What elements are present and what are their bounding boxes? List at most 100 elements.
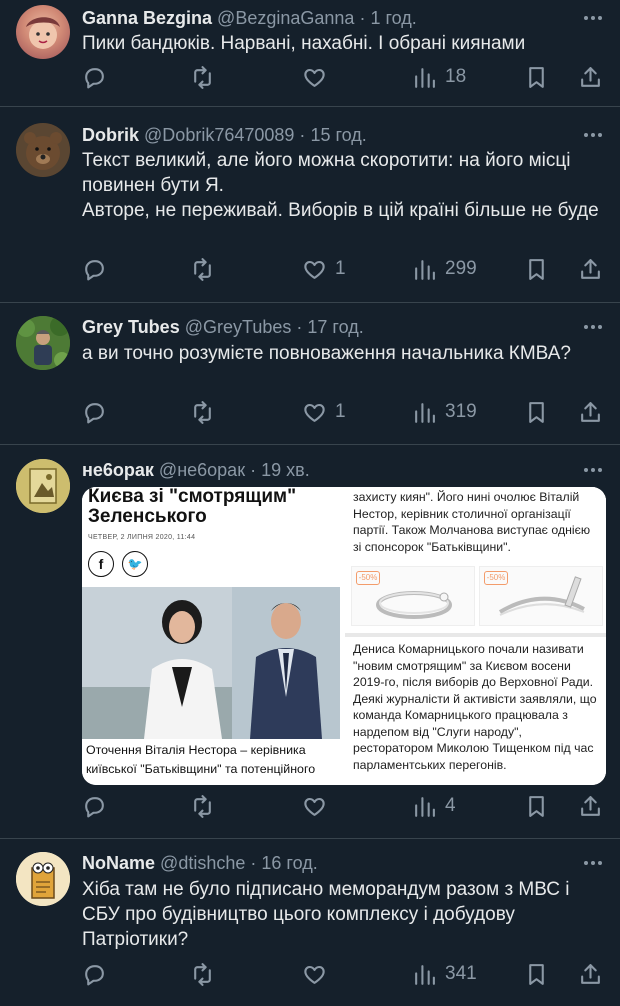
bookmark-icon (524, 794, 549, 819)
tweet-noname[interactable]: NoName @dtishche · 16 год. Хіба там не б… (0, 839, 620, 1006)
reply-button[interactable] (82, 959, 115, 989)
retweet-button[interactable] (190, 62, 223, 92)
views-count: 18 (445, 66, 467, 87)
timestamp[interactable]: 15 год. (310, 125, 366, 145)
reply-button[interactable] (82, 254, 115, 284)
retweet-button[interactable] (190, 254, 223, 284)
user-handle[interactable]: @Dobrik76470089 (144, 125, 294, 145)
heart-icon (302, 794, 327, 819)
views-button[interactable]: 341 (412, 959, 477, 989)
like-button[interactable]: 1 (302, 397, 346, 427)
article-photo (82, 587, 340, 739)
share-button[interactable] (578, 397, 603, 427)
share-icon (578, 65, 603, 90)
article-date: ЧЕТВЕР, 2 ЛИПНЯ 2020, 11:44 (88, 534, 196, 541)
tweet-text: а ви точно розумієте повноваження началь… (82, 343, 571, 364)
avatar[interactable] (16, 852, 70, 906)
screenshot-bottom-text: Дениса Комарницького почали називати "но… (353, 642, 597, 772)
share-button[interactable] (578, 791, 603, 821)
reply-icon (82, 794, 107, 819)
like-button[interactable] (302, 959, 335, 989)
share-button[interactable] (578, 62, 603, 92)
reply-button[interactable] (82, 791, 115, 821)
display-name[interactable]: NoName (82, 853, 155, 873)
user-handle[interactable]: @BezginaGanna (217, 8, 354, 28)
more-options-icon[interactable] (582, 852, 604, 874)
retweet-button[interactable] (190, 791, 223, 821)
bookmark-button[interactable] (524, 254, 549, 284)
bookmark-button[interactable] (524, 62, 549, 92)
separator: · (299, 125, 306, 145)
user-handle[interactable]: @не6орак (159, 460, 245, 480)
timestamp[interactable]: 19 хв. (261, 460, 310, 480)
views-count: 319 (445, 401, 477, 422)
avatar[interactable] (16, 459, 70, 513)
bookmark-button[interactable] (524, 959, 549, 989)
separator: · (250, 460, 257, 480)
views-button[interactable]: 319 (412, 397, 477, 427)
discount-badge: -50% (356, 571, 380, 585)
user-handle[interactable]: @GreyTubes (185, 317, 292, 337)
bookmark-button[interactable] (524, 397, 549, 427)
retweet-button[interactable] (190, 959, 223, 989)
tweet-dobrik[interactable]: Dobrik @Dobrik76470089 · 15 год. Текст в… (0, 107, 620, 303)
tweet-header: NoName @dtishche · 16 год. (82, 852, 604, 874)
share-icon (578, 962, 603, 987)
more-options-icon[interactable] (582, 316, 604, 338)
tweet-actions: 18 (82, 62, 604, 92)
display-name[interactable]: не6орак (82, 460, 154, 480)
facebook-icon: f (88, 551, 114, 577)
tweet-actions: 4 (82, 791, 604, 821)
bookmark-button[interactable] (524, 791, 549, 821)
reply-icon (82, 257, 107, 282)
article-caption: Оточення Віталія Нестора – керівника киї… (86, 743, 316, 776)
views-button[interactable]: 299 (412, 254, 477, 284)
reply-button[interactable] (82, 62, 115, 92)
tweet-actions: 341 (82, 959, 604, 989)
display-name[interactable]: Grey Tubes (82, 317, 180, 337)
avatar[interactable] (16, 5, 70, 59)
tweet-actions: 1 319 (82, 397, 604, 427)
views-icon (412, 400, 437, 425)
share-icon (578, 257, 603, 282)
ring-image-left: -50% (351, 566, 475, 626)
separator: · (359, 8, 366, 28)
tweet-media[interactable]: Києва зі "смотрящим" Зеленського ЧЕТВЕР,… (82, 487, 606, 785)
tweet-greytubes[interactable]: Grey Tubes @GreyTubes · 17 год. а ви точ… (0, 303, 620, 445)
more-options-icon[interactable] (582, 7, 604, 29)
views-button[interactable]: 4 (412, 791, 456, 821)
more-options-icon[interactable] (582, 459, 604, 481)
views-count: 299 (445, 258, 477, 279)
avatar[interactable] (16, 123, 70, 177)
user-handle[interactable]: @dtishche (160, 853, 245, 873)
share-button[interactable] (578, 959, 603, 989)
like-button[interactable] (302, 791, 335, 821)
tweet-header: не6орак @не6орак · 19 хв. (82, 459, 604, 481)
like-button[interactable]: 1 (302, 254, 346, 284)
views-button[interactable]: 18 (412, 62, 466, 92)
timestamp[interactable]: 17 год. (307, 317, 363, 337)
timestamp[interactable]: 16 год. (261, 853, 317, 873)
display-name[interactable]: Ganna Bezgina (82, 8, 212, 28)
views-count: 341 (445, 963, 477, 984)
media-image-screenshots[interactable]: захисту киян". Його нині очолює Віталій … (345, 487, 606, 785)
retweet-button[interactable] (190, 397, 223, 427)
display-name[interactable]: Dobrik (82, 125, 139, 145)
like-button[interactable] (302, 62, 335, 92)
timestamp[interactable]: 1 год. (370, 8, 416, 28)
separator: · (296, 317, 303, 337)
ring-image-right: -50% (479, 566, 603, 626)
heart-icon (302, 400, 327, 425)
tweet-text: Текст великий, але його можна скоротити:… (82, 150, 599, 221)
share-icon (578, 794, 603, 819)
avatar[interactable] (16, 316, 70, 370)
retweet-icon (190, 400, 215, 425)
like-count: 1 (335, 258, 346, 279)
tweet-ganna[interactable]: Ganna Bezgina @BezginaGanna · 1 год. Пик… (0, 0, 620, 107)
reply-button[interactable] (82, 397, 115, 427)
more-options-icon[interactable] (582, 124, 604, 146)
views-icon (412, 794, 437, 819)
tweet-text: Хіба там не було підписано меморандум ра… (82, 879, 570, 950)
share-button[interactable] (578, 254, 603, 284)
media-image-article[interactable]: Києва зі "смотрящим" Зеленського ЧЕТВЕР,… (82, 487, 340, 785)
